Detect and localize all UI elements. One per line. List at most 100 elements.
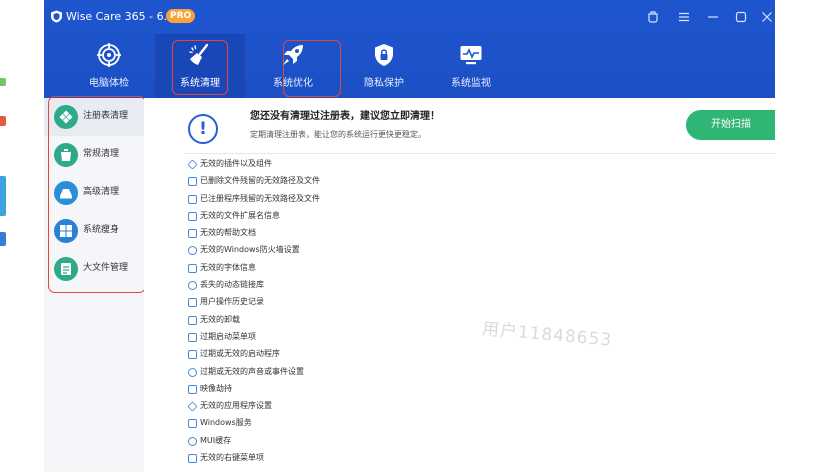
title-bar: Wise Care 365 - 6.6.6 PRO: [44, 0, 775, 34]
warning-icon: !: [188, 114, 218, 144]
list-item-label: 已注册程序残留的无效路径及文件: [200, 193, 320, 203]
plugin-icon: [187, 159, 198, 170]
tab-label: 电脑体检: [89, 78, 129, 89]
image-hijack-icon: [188, 384, 197, 394]
history-icon: [188, 298, 197, 308]
link-icon: [188, 281, 197, 291]
service-icon: [188, 419, 197, 429]
desktop-fragment: [0, 176, 6, 216]
sidebar-item-large-files[interactable]: 大文件管理: [44, 250, 144, 288]
list-item-label: Windows服务: [200, 418, 252, 428]
desktop-fragment: [0, 78, 6, 86]
sidebar-item-label: 高级清理: [83, 187, 120, 197]
monitor-pulse-icon: [460, 46, 482, 65]
list-item: 无效的应用程序设置: [187, 399, 608, 416]
sidebar-item-advanced-cleanup[interactable]: 高级清理: [44, 174, 144, 212]
list-item-label: 无效的字体信息: [200, 262, 256, 272]
list-item: 已删除文件残留的无效路径及文件: [188, 174, 608, 191]
maximize-icon[interactable]: [732, 8, 750, 26]
background-desktop-left: [0, 0, 44, 472]
background-desktop-right: [775, 0, 813, 472]
list-item: 丢失的动态链接库: [188, 278, 608, 295]
context-menu-icon: [188, 454, 197, 464]
tab-system-monitor[interactable]: 系统监视: [426, 34, 516, 98]
sidebar-item-label: 系统瘦身: [83, 225, 120, 235]
file-icon: [54, 257, 78, 281]
list-item-label: 丢失的动态链接库: [200, 280, 264, 290]
folder-icon: [188, 177, 197, 187]
registry-icon: [54, 105, 78, 129]
list-item: 无效的插件以及组件: [187, 157, 608, 174]
list-item: 无效的字体信息: [188, 261, 608, 278]
tab-label: 隐私保护: [364, 78, 404, 89]
app-window: Wise Care 365 - 6.6.6 PRO 电脑体检 系统清理 系统优化…: [44, 0, 775, 472]
windows-icon: [54, 219, 78, 243]
list-item-label: 用户操作历史记录: [200, 297, 264, 307]
tab-label: 系统清理: [180, 78, 220, 89]
font-icon: [188, 263, 197, 273]
list-item: 无效的帮助文档: [188, 226, 608, 243]
list-item-label: MUI缓存: [200, 435, 232, 445]
list-item: 无效的Windows防火墙设置: [188, 243, 608, 260]
list-item-label: 无效的应用程序设置: [200, 401, 272, 411]
list-item: 已注册程序残留的无效路径及文件: [188, 192, 608, 209]
document-icon: [188, 194, 197, 204]
tab-pc-checkup[interactable]: 电脑体检: [64, 34, 154, 98]
desktop-fragment: [0, 232, 6, 246]
list-item-label: 过期或无效的声音或事件设置: [200, 366, 304, 376]
tab-privacy[interactable]: 隐私保护: [339, 34, 429, 98]
start-menu-icon: [188, 332, 197, 342]
list-item-label: 无效的帮助文档: [200, 228, 256, 238]
sidebar-item-registry-cleanup[interactable]: 注册表清理: [44, 98, 144, 136]
tab-system-cleanup[interactable]: 系统清理: [155, 34, 341, 98]
menu-icon[interactable]: [675, 8, 693, 26]
disk-icon: [54, 181, 78, 205]
list-item-label: 无效的右键菜单项: [200, 453, 264, 463]
sidebar-item-label: 常规清理: [83, 149, 120, 159]
tab-label: 系统优化: [273, 78, 313, 89]
desktop-fragment: [0, 116, 6, 126]
warning-subtitle: 定期清理注册表，能让您的系统运行更快更稳定。: [250, 130, 426, 139]
start-scan-button[interactable]: 开始扫描: [686, 110, 775, 140]
minimize-icon[interactable]: [704, 8, 722, 26]
list-item-label: 映像劫持: [200, 383, 232, 393]
sound-icon: [188, 367, 197, 377]
registry-item-list: 无效的插件以及组件 已删除文件残留的无效路径及文件 已注册程序残留的无效路径及文…: [187, 157, 608, 468]
rocket-icon: [283, 45, 303, 65]
close-icon[interactable]: [758, 8, 775, 26]
settings-icon[interactable]: [644, 8, 662, 26]
list-item-label: 无效的卸载: [200, 314, 240, 324]
firewall-icon: [188, 246, 197, 256]
sidebar-item-system-slim[interactable]: 系统瘦身: [44, 212, 144, 250]
divider: [184, 153, 775, 154]
list-item-label: 无效的Windows防火墙设置: [200, 245, 300, 255]
list-item: 用户操作历史记录: [188, 295, 608, 312]
app-logo-icon: [51, 10, 62, 23]
help-icon: [188, 229, 197, 239]
tab-label: 系统监视: [451, 78, 491, 89]
trash-icon: [54, 143, 78, 167]
cache-icon: [188, 436, 197, 446]
list-item-label: 无效的文件扩展名信息: [200, 210, 280, 220]
list-item-label: 过期启动菜单项: [200, 331, 256, 341]
list-item-label: 已删除文件残留的无效路径及文件: [200, 176, 320, 186]
app-header: Wise Care 365 - 6.6.6 PRO 电脑体检 系统清理 系统优化…: [44, 0, 775, 98]
pro-badge: PRO: [166, 9, 196, 23]
shield-lock-icon: [375, 44, 393, 66]
sidebar-item-label: 注册表清理: [83, 111, 129, 121]
list-item: 无效的右键菜单项: [188, 451, 608, 468]
sidebar-item-label: 大文件管理: [83, 263, 129, 273]
list-item: 无效的文件扩展名信息: [188, 209, 608, 226]
list-item: 过期或无效的声音或事件设置: [188, 365, 608, 382]
list-item: 映像劫持: [188, 382, 608, 399]
sidebar-item-common-cleanup[interactable]: 常规清理: [44, 136, 144, 174]
list-item-label: 过期或无效的启动程序: [200, 349, 280, 359]
list-item: MUI缓存: [188, 434, 608, 451]
broom-icon: [189, 43, 209, 65]
startup-icon: [188, 350, 197, 360]
warning-title: 您还没有清理过注册表，建议您立即清理！: [250, 111, 440, 122]
list-item-label: 无效的插件以及组件: [200, 159, 272, 168]
tab-system-optimize[interactable]: 系统优化: [248, 34, 338, 98]
main-content: ! 您还没有清理过注册表，建议您立即清理！ 定期清理注册表，能让您的系统运行更快…: [144, 98, 775, 472]
uninstall-icon: [188, 315, 197, 325]
